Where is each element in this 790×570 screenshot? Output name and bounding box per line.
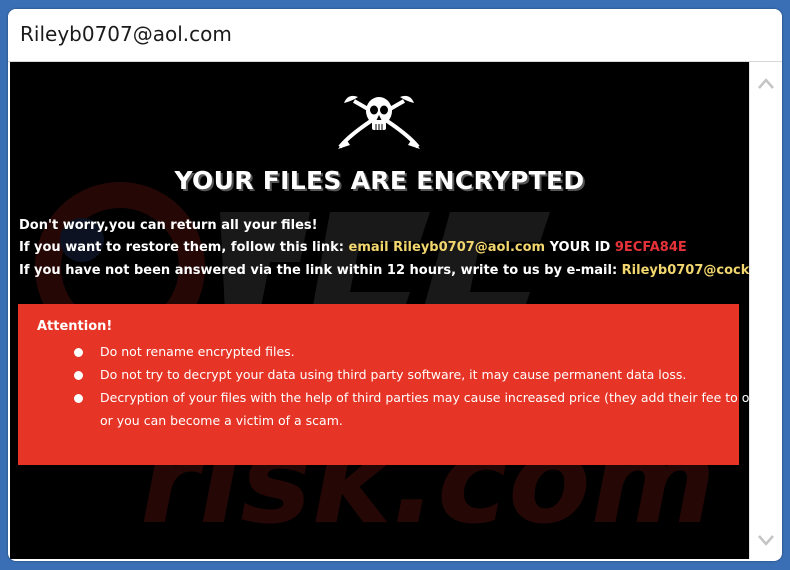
attention-item-continuation: or you can become a victim of a scam. — [100, 413, 343, 428]
attention-title: Attention! — [37, 319, 113, 334]
contact-email-link[interactable]: email Rileyb0707@aol.com — [349, 240, 546, 255]
attention-item: Do not rename encrypted files. — [100, 344, 295, 359]
bullet-icon — [74, 371, 83, 380]
window-title: Rileyb0707@aol.com — [20, 22, 232, 46]
reassurance-line: Don't worry,you can return all your file… — [19, 218, 318, 233]
fallback-contact-line: If you have not been answered via the li… — [19, 263, 749, 278]
vertical-scrollbar[interactable] — [749, 62, 781, 559]
fallback-email: Rileyb0707@cock.li — [621, 263, 749, 278]
encrypted-headline: YOUR FILES ARE ENCRYPTED — [174, 166, 585, 195]
victim-id: 9ECFA84E — [614, 240, 687, 255]
note-content: risk.com YOUR FILES ARE ENCRYPTED Don't … — [10, 62, 749, 559]
title-bar: Rileyb0707@aol.com — [8, 9, 782, 62]
attention-item: Decryption of your files with the help o… — [100, 390, 749, 405]
bullet-icon — [74, 348, 83, 357]
fallback-prefix: If you have not been answered via the li… — [19, 263, 618, 278]
chevron-up-icon[interactable] — [756, 74, 776, 94]
restore-instructions-line: If you want to restore them, follow this… — [19, 240, 687, 255]
pirate-skull-icon — [338, 95, 420, 149]
id-label: YOUR ID — [549, 240, 611, 255]
attention-box: Attention! Do not rename encrypted files… — [18, 304, 749, 465]
chevron-down-icon[interactable] — [756, 530, 776, 550]
ransom-note-window: Rileyb0707@aol.com risk.com YOUR FILES A… — [8, 9, 782, 561]
restore-prefix: If you want to restore them, follow this… — [19, 240, 344, 255]
bullet-icon — [74, 394, 83, 403]
attention-item: Do not try to decrypt your data using th… — [100, 367, 687, 382]
